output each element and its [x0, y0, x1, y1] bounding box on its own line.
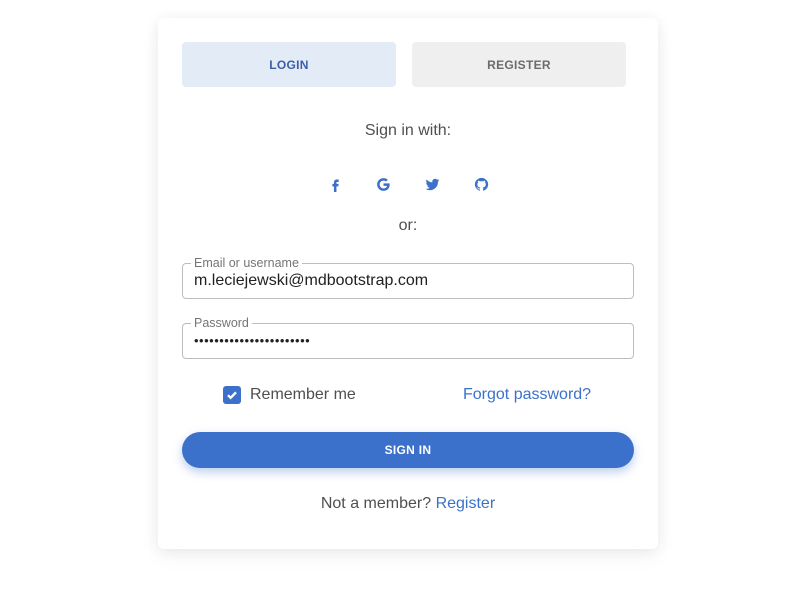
- google-icon[interactable]: [371, 172, 395, 196]
- auth-tabs: LOGIN REGISTER: [182, 42, 626, 87]
- twitter-icon[interactable]: [420, 172, 444, 196]
- sign-in-with-heading: Sign in with:: [364, 122, 452, 139]
- checkmark-icon: [227, 391, 237, 400]
- register-link[interactable]: Register: [436, 495, 496, 512]
- login-card: LOGIN REGISTER Sign in with: or: Email o…: [158, 18, 658, 549]
- email-input[interactable]: [194, 272, 624, 290]
- password-input[interactable]: [194, 333, 624, 348]
- sign-in-button[interactable]: SIGN IN: [182, 432, 634, 468]
- remember-me-toggle[interactable]: Remember me: [223, 386, 356, 404]
- email-field-label: Email or username: [191, 256, 302, 270]
- facebook-icon[interactable]: [323, 172, 347, 196]
- forgot-password-link[interactable]: Forgot password?: [463, 386, 591, 404]
- not-member-text: Not a member?: [320, 495, 432, 512]
- password-field-label: Password: [191, 316, 252, 330]
- tab-login[interactable]: LOGIN: [182, 42, 396, 87]
- tab-register[interactable]: REGISTER: [412, 42, 626, 87]
- remember-me-label: Remember me: [250, 386, 356, 403]
- or-divider: or:: [398, 217, 418, 234]
- github-icon[interactable]: [469, 172, 493, 196]
- remember-me-checkbox[interactable]: [223, 386, 241, 404]
- password-field: Password: [182, 316, 634, 359]
- email-field: Email or username: [182, 256, 634, 299]
- register-prompt: Not a member? Register: [158, 495, 658, 513]
